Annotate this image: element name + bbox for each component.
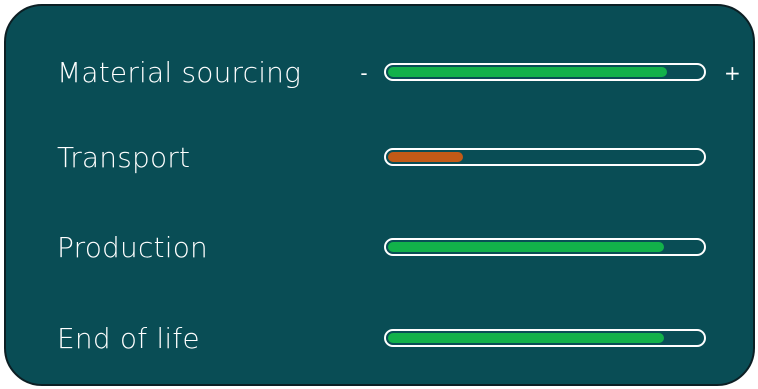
level-fill bbox=[388, 67, 667, 77]
level-fill bbox=[388, 242, 664, 252]
increase-button[interactable]: + bbox=[724, 53, 741, 93]
level-slider[interactable] bbox=[384, 238, 706, 256]
row-production: Production bbox=[6, 228, 753, 268]
row-material-sourcing: Material sourcing - + bbox=[6, 53, 753, 93]
row-label: Material sourcing bbox=[57, 56, 302, 89]
level-fill bbox=[388, 152, 463, 162]
level-slider[interactable] bbox=[384, 329, 706, 347]
level-slider[interactable] bbox=[384, 63, 706, 81]
impact-panel: Material sourcing - + Transport Producti… bbox=[4, 4, 755, 386]
row-end-of-life: End of life bbox=[6, 319, 753, 359]
row-transport: Transport bbox=[6, 138, 753, 178]
row-label: Production bbox=[57, 231, 208, 264]
row-label: Transport bbox=[57, 141, 191, 174]
level-fill bbox=[388, 333, 664, 343]
row-label: End of life bbox=[57, 322, 200, 355]
level-slider[interactable] bbox=[384, 148, 706, 166]
decrease-button[interactable]: - bbox=[356, 53, 372, 93]
